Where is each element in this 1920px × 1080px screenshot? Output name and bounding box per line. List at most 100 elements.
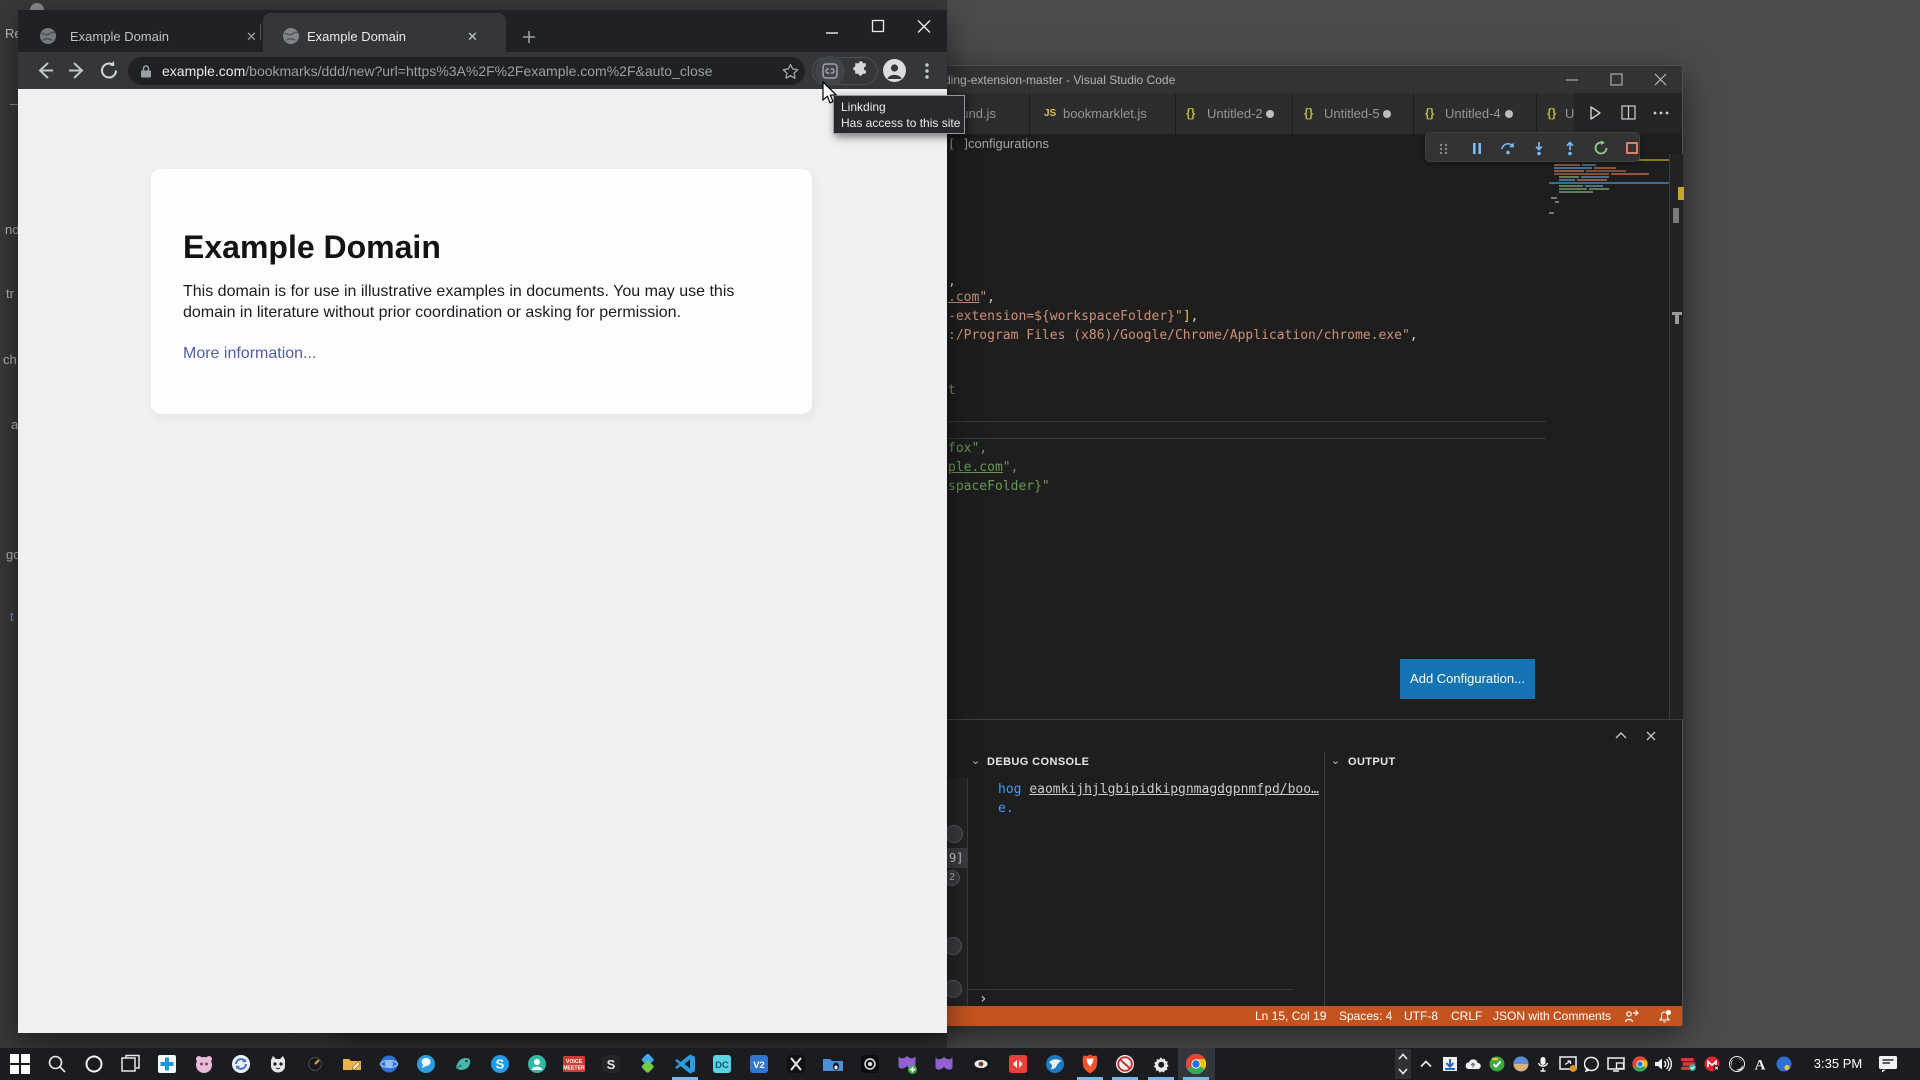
tray-blue-dot-icon[interactable] <box>1772 1048 1796 1080</box>
back-icon[interactable] <box>28 52 62 89</box>
status-item[interactable]: UTF-8 <box>1404 1009 1438 1023</box>
app-settings-gear[interactable] <box>1143 1048 1180 1080</box>
editor-tab-Untitled-4[interactable]: {}Untitled-4 <box>1414 93 1537 134</box>
console-prompt[interactable]: › <box>979 991 987 1007</box>
app-vs-green[interactable] <box>889 1048 926 1080</box>
split-editor-icon[interactable] <box>1620 104 1638 122</box>
app-folder-tux[interactable] <box>815 1048 852 1080</box>
dirty-indicator[interactable] <box>1266 110 1274 118</box>
notification-icon[interactable] <box>1876 1048 1900 1080</box>
app-red-arrows[interactable] <box>1000 1048 1037 1080</box>
app-dc[interactable]: DC <box>704 1048 741 1080</box>
tray-mega-icon[interactable] <box>1700 1048 1724 1080</box>
status-item[interactable]: Ln 15, Col 19 <box>1255 1009 1326 1023</box>
tray-voicemeeter-icon[interactable] <box>1676 1048 1700 1080</box>
task-view-icon[interactable] <box>113 1048 150 1080</box>
output-chevron-icon[interactable]: ⌄ <box>1331 754 1340 767</box>
feedback-icon[interactable] <box>1624 1009 1639 1024</box>
new-tab-button[interactable] <box>519 27 539 47</box>
editor-tab-Untitled-5[interactable]: {}Untitled-5 <box>1293 93 1414 134</box>
app-no-sign[interactable] <box>1107 1048 1144 1080</box>
tray-hidden-icons[interactable] <box>1414 1048 1438 1080</box>
debug-toolbar[interactable] <box>1425 132 1640 162</box>
app-chrome[interactable] <box>1178 1048 1215 1080</box>
chrome-maximize-button[interactable] <box>864 18 892 38</box>
vscode-maximize-button[interactable] <box>1594 66 1638 93</box>
step-out-icon[interactable] <box>1562 140 1578 156</box>
app-eye-dark[interactable] <box>963 1048 1000 1080</box>
app-voicemeeter[interactable]: VOICEMEETER <box>556 1048 593 1080</box>
app-skype[interactable]: S <box>482 1048 519 1080</box>
tab-close-icon[interactable]: ✕ <box>467 31 478 43</box>
tray-tortoise-icon[interactable] <box>1485 1048 1509 1080</box>
more-information-link[interactable]: More information... <box>183 345 316 363</box>
vscode-minimize-button[interactable] <box>1550 66 1594 93</box>
more-actions-icon[interactable] <box>1652 104 1670 122</box>
step-into-icon[interactable] <box>1531 140 1547 156</box>
chrome-tab-2-active[interactable]: Example Domain ✕ <box>263 13 506 52</box>
tray-mic-icon[interactable] <box>1531 1048 1555 1080</box>
tray-onedrive-icon[interactable] <box>1461 1048 1485 1080</box>
chrome-menu-icon[interactable] <box>920 62 934 80</box>
notifications-bell-icon[interactable] <box>1657 1009 1672 1024</box>
app-cat[interactable] <box>260 1048 297 1080</box>
reload-icon[interactable] <box>92 52 126 89</box>
cortana-icon[interactable] <box>76 1048 113 1080</box>
app-teal-bird[interactable] <box>445 1048 482 1080</box>
panel-maximize-icon[interactable] <box>1613 728 1629 744</box>
step-over-icon[interactable] <box>1500 140 1516 156</box>
debug-console-chevron-icon[interactable]: ⌄ <box>971 754 980 767</box>
vscode-close-button[interactable] <box>1638 66 1682 93</box>
url-text[interactable]: example.com/bookmarks/ddd/new?url=https%… <box>162 63 713 79</box>
tray-volume-icon[interactable] <box>1652 1048 1676 1080</box>
tray-obs-icon[interactable] <box>1725 1048 1749 1080</box>
status-item[interactable]: JSON with Comments <box>1493 1009 1611 1023</box>
tray-scroll-icon[interactable] <box>1391 1048 1415 1080</box>
app-globe[interactable] <box>371 1048 408 1080</box>
url-bar[interactable]: example.com/bookmarks/ddd/new?url=https%… <box>128 57 805 85</box>
app-vs-purple[interactable] <box>926 1048 963 1080</box>
app-folder-pen[interactable] <box>334 1048 371 1080</box>
app-vscode[interactable] <box>667 1048 704 1080</box>
tab-close-icon[interactable]: ✕ <box>246 31 257 43</box>
search-icon[interactable] <box>39 1048 76 1080</box>
status-item[interactable]: CRLF <box>1451 1009 1482 1023</box>
bookmark-star-icon[interactable] <box>782 63 799 80</box>
pause-icon[interactable] <box>1469 140 1485 156</box>
chrome-minimize-button[interactable] <box>818 18 846 38</box>
app-blue-plus[interactable] <box>149 1048 186 1080</box>
tray-chrome-icon[interactable] <box>1628 1048 1652 1080</box>
app-sync[interactable] <box>223 1048 260 1080</box>
dirty-indicator[interactable] <box>1383 110 1391 118</box>
editor-tab-bookmarklet.js[interactable]: JSbookmarklet.js <box>1030 93 1176 134</box>
chrome-close-button[interactable] <box>910 18 938 38</box>
profile-avatar[interactable] <box>883 59 906 82</box>
app-s-dark[interactable]: S <box>593 1048 630 1080</box>
editor-tab-Untitled-2[interactable]: {}Untitled-2 <box>1176 93 1293 134</box>
dirty-indicator[interactable] <box>1505 110 1513 118</box>
panel-close-icon[interactable] <box>1643 728 1659 744</box>
extensions-puzzle-icon[interactable] <box>852 61 870 80</box>
app-v2[interactable]: V2 <box>741 1048 778 1080</box>
forward-icon[interactable] <box>60 52 94 89</box>
add-configuration-button[interactable]: Add Configuration... <box>1400 659 1535 699</box>
tray-sphere-icon[interactable] <box>1509 1048 1533 1080</box>
console-link[interactable]: eaomkijhjlgbipidkipgnmagdgpnmfpd/boo… <box>1029 782 1319 797</box>
app-thunderbird[interactable] <box>1037 1048 1074 1080</box>
stop-icon[interactable] <box>1624 140 1640 156</box>
restart-icon[interactable] <box>1593 140 1609 156</box>
app-teal-person[interactable] <box>519 1048 556 1080</box>
tray-download-icon[interactable] <box>1438 1048 1462 1080</box>
tray-bubble-icon[interactable] <box>1580 1048 1604 1080</box>
app-gauge[interactable] <box>297 1048 334 1080</box>
app-camera-dark[interactable] <box>852 1048 889 1080</box>
tray-cast-icon[interactable] <box>1556 1048 1580 1080</box>
app-bluestacks[interactable] <box>630 1048 667 1080</box>
taskbar-clock[interactable]: 3:35 PM <box>1808 1056 1868 1071</box>
app-chat[interactable] <box>408 1048 445 1080</box>
output-header[interactable]: OUTPUT <box>1348 756 1396 768</box>
editor-tab-Untitled-3[interactable]: {}Untitled-3 <box>1537 93 1577 134</box>
tray-network-icon[interactable] <box>1604 1048 1628 1080</box>
drag-grip-icon[interactable] <box>1438 140 1454 156</box>
app-brave[interactable] <box>1072 1048 1109 1080</box>
